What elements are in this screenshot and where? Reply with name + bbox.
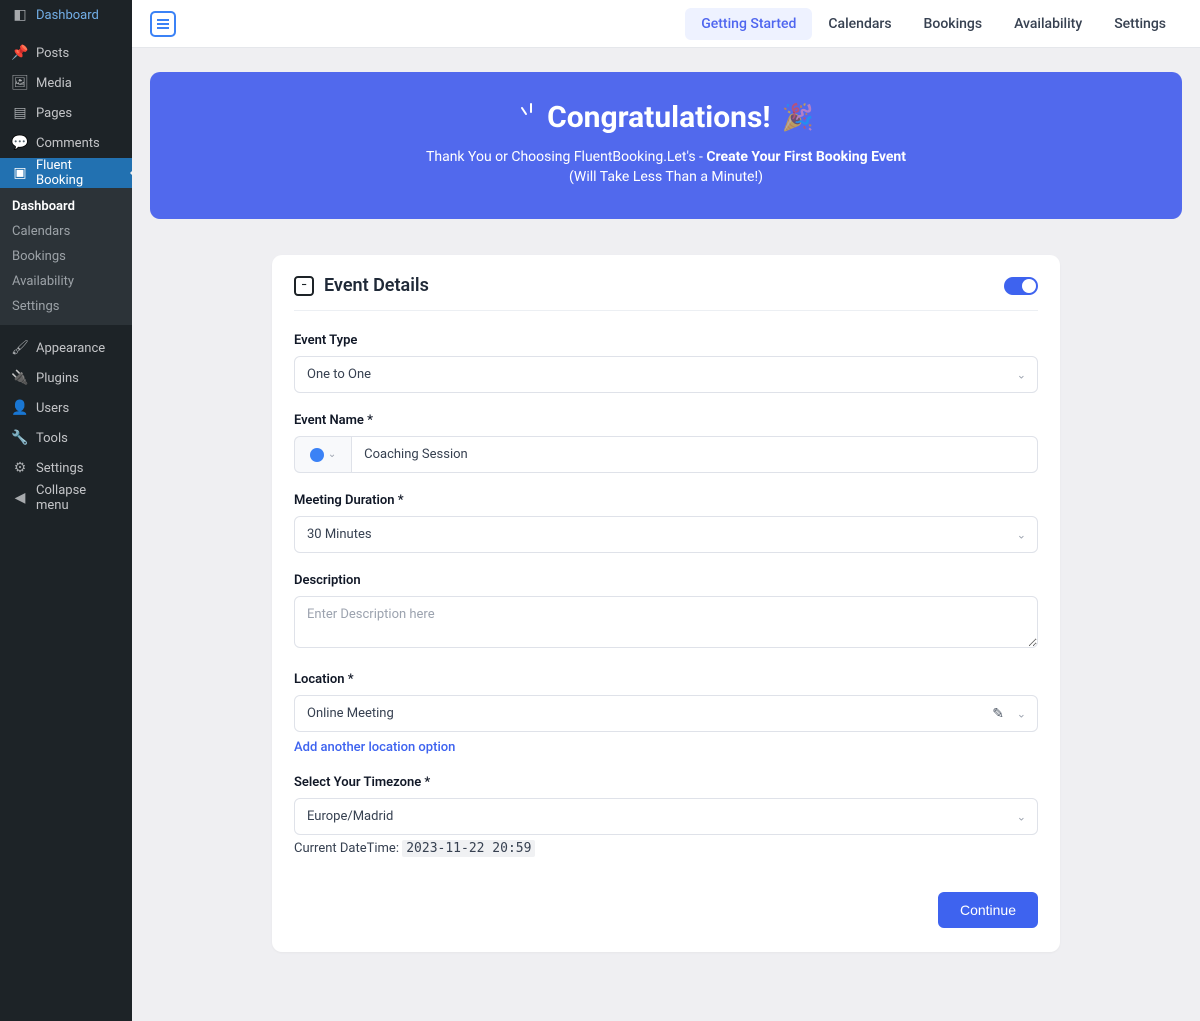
edit-icon[interactable]: ✎ [992, 706, 1004, 722]
wp-menu-plugins[interactable]: 🔌 Plugins [0, 363, 132, 393]
fluent-booking-icon: ▣ [12, 165, 28, 181]
wp-menu-label: Tools [36, 431, 68, 446]
wp-admin-sidebar: ◧ Dashboard 📌 Posts 🖼 Media ▤ Pages 💬 Comment… [0, 0, 132, 1021]
wp-menu-label: Collapse menu [36, 483, 120, 513]
tab-calendars[interactable]: Calendars [812, 8, 907, 40]
wp-menu-users[interactable]: 👤 Users [0, 393, 132, 423]
tab-availability[interactable]: Availability [998, 8, 1098, 40]
wp-menu-media[interactable]: 🖼 Media [0, 68, 132, 98]
event-name-input[interactable] [351, 436, 1038, 473]
submenu-calendars[interactable]: Calendars [0, 219, 132, 244]
users-icon: 👤 [12, 400, 28, 416]
main-content: Getting Started Calendars Bookings Avail… [132, 0, 1200, 1021]
event-type-select[interactable]: One to One [294, 356, 1038, 393]
app-nav: Getting Started Calendars Bookings Avail… [685, 8, 1182, 40]
settings-icon: ⚙ [12, 460, 28, 476]
timezone-label: Select Your Timezone * [294, 775, 1038, 790]
party-popper-icon: 🎉 [782, 103, 814, 133]
appearance-icon: 🖌 [12, 340, 28, 356]
continue-button[interactable]: Continue [938, 892, 1038, 928]
submenu-availability[interactable]: Availability [0, 269, 132, 294]
color-dot-icon [310, 448, 324, 462]
event-enabled-toggle[interactable] [1004, 277, 1038, 295]
pin-icon: 📌 [12, 45, 28, 61]
event-name-label: Event Name * [294, 413, 1038, 428]
collapse-icon: ◀ [12, 490, 28, 506]
submenu-bookings[interactable]: Bookings [0, 244, 132, 269]
dashboard-icon: ◧ [12, 7, 28, 23]
plugins-icon: 🔌 [12, 370, 28, 386]
wp-menu-label: Settings [36, 461, 83, 476]
add-location-link[interactable]: Add another location option [294, 740, 455, 755]
hero-subtitle2: (Will Take Less Than a Minute!) [174, 169, 1158, 185]
meeting-duration-select[interactable]: 30 Minutes [294, 516, 1038, 553]
wp-menu-label: Comments [36, 136, 100, 151]
event-details-icon: − [294, 276, 314, 296]
location-select[interactable]: Online Meeting [294, 695, 1038, 732]
chevron-down-icon: ⌄ [328, 449, 336, 460]
media-icon: 🖼 [12, 75, 28, 91]
tools-icon: 🔧 [12, 430, 28, 446]
wp-menu-label: Appearance [36, 341, 105, 356]
wp-menu-label: Fluent Booking [36, 158, 120, 188]
submenu-dashboard[interactable]: Dashboard [0, 194, 132, 219]
event-color-picker[interactable]: ⌄ [294, 436, 351, 473]
wp-menu-appearance[interactable]: 🖌 Appearance [0, 333, 132, 363]
hero-title: Congratulations! [547, 100, 770, 135]
app-logo-icon [150, 11, 176, 37]
tab-bookings[interactable]: Bookings [908, 8, 999, 40]
current-datetime: Current DateTime: 2023-11-22 20:59 [294, 841, 1038, 856]
meeting-duration-label: Meeting Duration * [294, 493, 1038, 508]
wp-menu-comments[interactable]: 💬 Comments [0, 128, 132, 158]
card-title: Event Details [324, 275, 429, 296]
datetime-value: 2023-11-22 20:59 [402, 840, 535, 857]
wp-menu-settings[interactable]: ⚙ Settings [0, 453, 132, 483]
comments-icon: 💬 [12, 135, 28, 151]
wp-menu-label: Media [36, 76, 72, 91]
submenu-settings[interactable]: Settings [0, 294, 132, 319]
hero-banner: Congratulations! 🎉 Thank You or Choosing… [150, 72, 1182, 219]
hero-subtitle: Thank You or Choosing FluentBooking.Let'… [174, 149, 1158, 165]
wp-menu-fluent-booking[interactable]: ▣ Fluent Booking [0, 158, 132, 188]
wp-menu-label: Users [36, 401, 69, 416]
wp-menu-label: Plugins [36, 371, 79, 386]
wp-menu-label: Posts [36, 46, 69, 61]
sparkle-icon [518, 102, 538, 134]
app-topbar: Getting Started Calendars Bookings Avail… [132, 0, 1200, 48]
timezone-select[interactable]: Europe/Madrid [294, 798, 1038, 835]
wp-submenu: Dashboard Calendars Bookings Availabilit… [0, 188, 132, 325]
tab-getting-started[interactable]: Getting Started [685, 8, 812, 40]
wp-menu-tools[interactable]: 🔧 Tools [0, 423, 132, 453]
location-label: Location * [294, 672, 1038, 687]
description-label: Description [294, 573, 1038, 588]
wp-collapse-menu[interactable]: ◀ Collapse menu [0, 483, 132, 513]
event-type-label: Event Type [294, 333, 1038, 348]
wp-menu-dashboard[interactable]: ◧ Dashboard [0, 0, 132, 30]
wp-menu-pages[interactable]: ▤ Pages [0, 98, 132, 128]
event-details-card: − Event Details Event Type One to One ⌄ … [272, 255, 1060, 952]
wp-menu-label: Pages [36, 106, 72, 121]
wp-menu-posts[interactable]: 📌 Posts [0, 38, 132, 68]
pages-icon: ▤ [12, 105, 28, 121]
wp-menu-label: Dashboard [36, 8, 99, 23]
tab-settings[interactable]: Settings [1098, 8, 1182, 40]
description-textarea[interactable] [294, 596, 1038, 648]
